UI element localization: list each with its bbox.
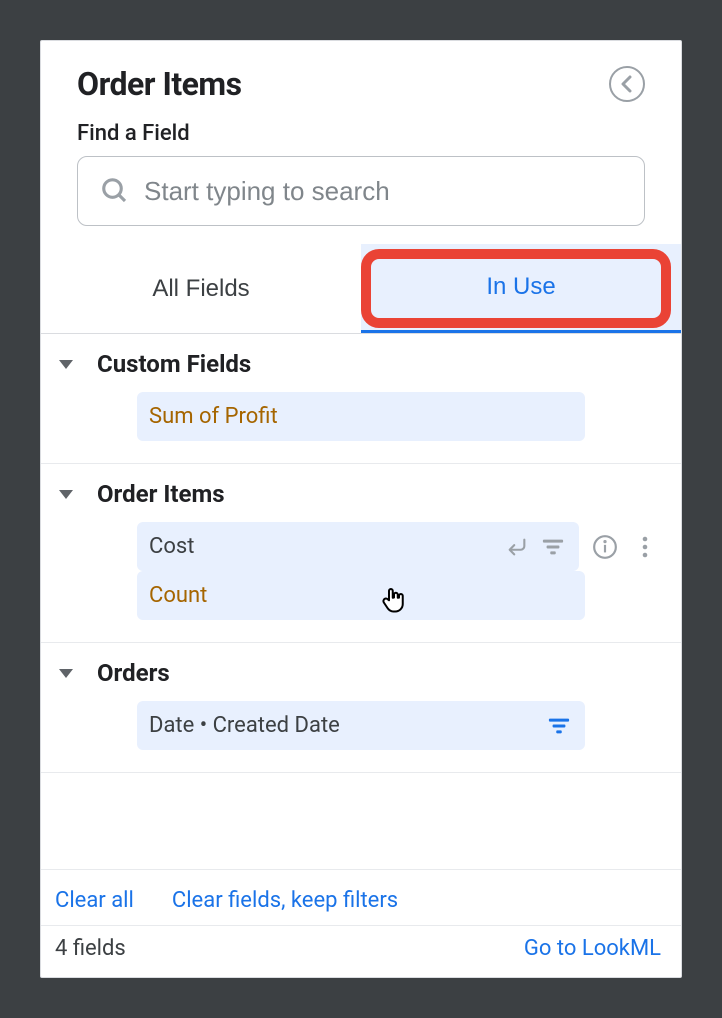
section-toggle-custom-fields[interactable]: Custom Fields xyxy=(51,350,671,392)
info-icon[interactable] xyxy=(591,533,619,561)
field-count[interactable]: Count xyxy=(137,571,585,620)
chevron-down-icon xyxy=(59,669,73,678)
kebab-menu-icon[interactable] xyxy=(631,533,659,561)
search-block: Find a Field xyxy=(41,111,681,244)
search-icon xyxy=(100,176,130,206)
section-name: Orders xyxy=(97,659,170,687)
panel-header: Order Items xyxy=(41,41,681,111)
clear-fields-keep-filters-button[interactable]: Clear fields, keep filters xyxy=(172,888,398,913)
explore-title: Order Items xyxy=(77,65,242,103)
tab-in-use[interactable]: In Use xyxy=(361,244,681,333)
go-to-lookml-link[interactable]: Go to LookML xyxy=(524,936,661,961)
search-label: Find a Field xyxy=(77,121,645,146)
collapse-button[interactable] xyxy=(609,66,645,102)
section-orders: Orders Date • Created Date xyxy=(41,643,681,773)
field-row-cost: Cost xyxy=(137,522,665,571)
search-input[interactable] xyxy=(144,176,622,207)
field-scroll-area[interactable]: Custom Fields Sum of Profit Order Items … xyxy=(41,334,681,869)
pivot-icon[interactable] xyxy=(503,533,531,561)
field-date-created-date[interactable]: Date • Created Date xyxy=(137,701,585,750)
field-label: Sum of Profit xyxy=(149,404,573,429)
section-toggle-orders[interactable]: Orders xyxy=(51,659,671,701)
clear-all-button[interactable]: Clear all xyxy=(55,888,134,913)
field-cost[interactable]: Cost xyxy=(137,522,579,571)
field-label: Date • Created Date xyxy=(149,713,537,738)
panel-footer: 4 fields Go to LookML xyxy=(41,925,681,977)
section-name: Custom Fields xyxy=(97,350,251,378)
section-toggle-order-items[interactable]: Order Items xyxy=(51,480,671,522)
field-label: Count xyxy=(149,583,573,608)
field-tabs: All Fields In Use xyxy=(41,244,681,334)
search-field-wrapper[interactable] xyxy=(77,156,645,226)
chevron-down-icon xyxy=(59,490,73,499)
chevron-down-icon xyxy=(59,360,73,369)
field-count-label: 4 fields xyxy=(55,936,126,961)
section-custom-fields: Custom Fields Sum of Profit xyxy=(41,334,681,464)
chevron-left-icon xyxy=(620,75,634,93)
section-order-items: Order Items Cost xyxy=(41,464,681,643)
field-trailing-actions xyxy=(579,533,665,561)
filter-active-icon xyxy=(545,712,573,740)
tab-all-fields[interactable]: All Fields xyxy=(41,244,361,333)
field-picker-panel: Order Items Find a Field All Fields In U… xyxy=(40,40,682,978)
filter-icon[interactable] xyxy=(539,533,567,561)
field-label: Cost xyxy=(149,534,495,559)
field-sum-of-profit[interactable]: Sum of Profit xyxy=(137,392,585,441)
clear-actions-bar: Clear all Clear fields, keep filters xyxy=(41,869,681,925)
section-name: Order Items xyxy=(97,480,225,508)
